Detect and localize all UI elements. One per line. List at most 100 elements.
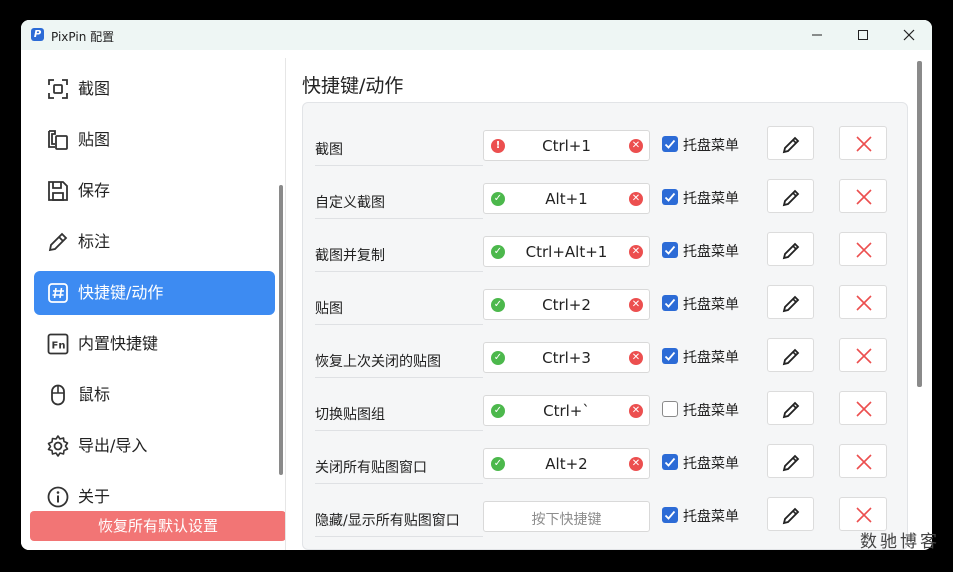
- svg-text:Fn: Fn: [52, 341, 66, 352]
- row-underline: [315, 377, 483, 378]
- delete-button[interactable]: [839, 126, 887, 160]
- maximize-button[interactable]: [840, 20, 886, 50]
- edit-pencil-icon: [782, 189, 800, 207]
- shortcut-input[interactable]: 按下快捷键: [483, 501, 650, 532]
- sidebar-item-screenshot[interactable]: 截图: [34, 67, 275, 111]
- sidebar-scrollbar[interactable]: [279, 185, 283, 475]
- reset-defaults-button[interactable]: 恢复所有默认设置: [30, 511, 286, 541]
- watermark: 数驰博客: [860, 532, 940, 552]
- tray-menu-checkbox[interactable]: [662, 454, 678, 470]
- row-underline: [315, 536, 483, 537]
- tray-menu-checkbox[interactable]: [662, 401, 678, 417]
- sidebar-item-hotkeys[interactable]: 快捷键/动作: [34, 271, 275, 315]
- sidebar-item-annotate[interactable]: 标注: [34, 220, 275, 264]
- tray-menu-checkbox[interactable]: [662, 295, 678, 311]
- check-circle-icon: ✓: [491, 404, 505, 418]
- clear-shortcut-icon[interactable]: ✕: [629, 245, 643, 259]
- sidebar-item-export-import[interactable]: 导出/导入: [34, 424, 275, 468]
- delete-x-icon: [856, 401, 872, 417]
- hotkey-action-label: 恢复上次关闭的贴图: [315, 354, 441, 370]
- sidebar-item-builtin-hotkeys[interactable]: Fn 内置快捷键: [34, 322, 275, 366]
- tray-menu-checkbox[interactable]: [662, 136, 678, 152]
- edit-pencil-icon: [782, 348, 800, 366]
- tray-menu-label: 托盘菜单: [683, 403, 739, 419]
- hotkey-action-label: 截图并复制: [315, 248, 385, 264]
- hotkey-row: 切换贴图组 ✓ Ctrl+` ✕ 托盘菜单: [303, 390, 907, 443]
- shortcut-input[interactable]: ✓ Ctrl+Alt+1 ✕: [483, 236, 650, 267]
- tray-menu-checkbox[interactable]: [662, 348, 678, 364]
- divider: [285, 58, 286, 550]
- pencil-icon: [48, 232, 68, 252]
- close-icon: [903, 29, 915, 41]
- fn-key-icon: Fn: [47, 333, 69, 355]
- clear-shortcut-icon[interactable]: ✕: [629, 404, 643, 418]
- sidebar-item-label: 标注: [78, 232, 111, 251]
- edit-button[interactable]: [767, 338, 814, 372]
- delete-button[interactable]: [839, 444, 887, 478]
- main-scrollbar[interactable]: [917, 61, 922, 387]
- sidebar-item-save[interactable]: 保存: [34, 169, 275, 213]
- tray-menu-label: 托盘菜单: [683, 191, 739, 207]
- minimize-button[interactable]: [794, 20, 840, 50]
- shortcut-input[interactable]: ! Ctrl+1 ✕: [483, 130, 650, 161]
- edit-pencil-icon: [782, 136, 800, 154]
- edit-button[interactable]: [767, 444, 814, 478]
- clear-shortcut-icon[interactable]: ✕: [629, 351, 643, 365]
- clear-shortcut-icon[interactable]: ✕: [629, 139, 643, 153]
- hotkey-row: 关闭所有贴图窗口 ✓ Alt+2 ✕ 托盘菜单: [303, 443, 907, 496]
- hashtag-icon: [48, 283, 68, 303]
- edit-button[interactable]: [767, 179, 814, 213]
- edit-button[interactable]: [767, 285, 814, 319]
- sidebar-item-label: 快捷键/动作: [78, 283, 164, 302]
- close-button[interactable]: [886, 20, 932, 50]
- check-circle-icon: ✓: [491, 192, 505, 206]
- sidebar-item-label: 导出/导入: [78, 436, 148, 455]
- tray-menu-checkbox[interactable]: [662, 507, 678, 523]
- shortcut-input[interactable]: ✓ Alt+2 ✕: [483, 448, 650, 479]
- delete-button[interactable]: [839, 391, 887, 425]
- shortcut-input[interactable]: ✓ Ctrl+3 ✕: [483, 342, 650, 373]
- hotkey-row: 恢复上次关闭的贴图 ✓ Ctrl+3 ✕ 托盘菜单: [303, 337, 907, 390]
- delete-button[interactable]: [839, 497, 887, 531]
- maximize-icon: [858, 30, 868, 40]
- window-title: PixPin 配置: [51, 30, 115, 44]
- shortcut-value: Ctrl+`: [543, 402, 590, 420]
- edit-button[interactable]: [767, 391, 814, 425]
- shortcut-value: Ctrl+Alt+1: [525, 243, 608, 261]
- sidebar-item-label: 鼠标: [78, 385, 111, 404]
- tray-menu-checkbox[interactable]: [662, 189, 678, 205]
- edit-button[interactable]: [767, 497, 814, 531]
- error-icon: !: [491, 139, 505, 153]
- shortcut-input[interactable]: ✓ Alt+1 ✕: [483, 183, 650, 214]
- gear-icon: [47, 435, 69, 457]
- tray-menu-label: 托盘菜单: [683, 509, 739, 525]
- row-underline: [315, 165, 483, 166]
- info-icon: [47, 486, 69, 508]
- hotkey-row: 截图 ! Ctrl+1 ✕ 托盘菜单: [303, 125, 907, 178]
- sidebar-item-mouse[interactable]: 鼠标: [34, 373, 275, 417]
- shortcut-value: Alt+1: [545, 190, 588, 208]
- delete-button[interactable]: [839, 232, 887, 266]
- save-icon: [48, 181, 68, 201]
- hotkey-action-label: 自定义截图: [315, 195, 385, 211]
- sidebar-item-label: 贴图: [78, 130, 111, 149]
- delete-button[interactable]: [839, 179, 887, 213]
- minimize-icon: [812, 34, 822, 36]
- row-underline: [315, 430, 483, 431]
- shortcut-input[interactable]: ✓ Ctrl+` ✕: [483, 395, 650, 426]
- delete-button[interactable]: [839, 285, 887, 319]
- edit-button[interactable]: [767, 126, 814, 160]
- delete-x-icon: [856, 136, 872, 152]
- sidebar-item-pin[interactable]: 贴图: [34, 118, 275, 162]
- delete-x-icon: [856, 454, 872, 470]
- pin-icon: [48, 130, 68, 150]
- screenshot-icon: [48, 79, 68, 99]
- delete-button[interactable]: [839, 338, 887, 372]
- clear-shortcut-icon[interactable]: ✕: [629, 192, 643, 206]
- tray-menu-label: 托盘菜单: [683, 350, 739, 366]
- clear-shortcut-icon[interactable]: ✕: [629, 298, 643, 312]
- tray-menu-checkbox[interactable]: [662, 242, 678, 258]
- shortcut-input[interactable]: ✓ Ctrl+2 ✕: [483, 289, 650, 320]
- clear-shortcut-icon[interactable]: ✕: [629, 457, 643, 471]
- edit-button[interactable]: [767, 232, 814, 266]
